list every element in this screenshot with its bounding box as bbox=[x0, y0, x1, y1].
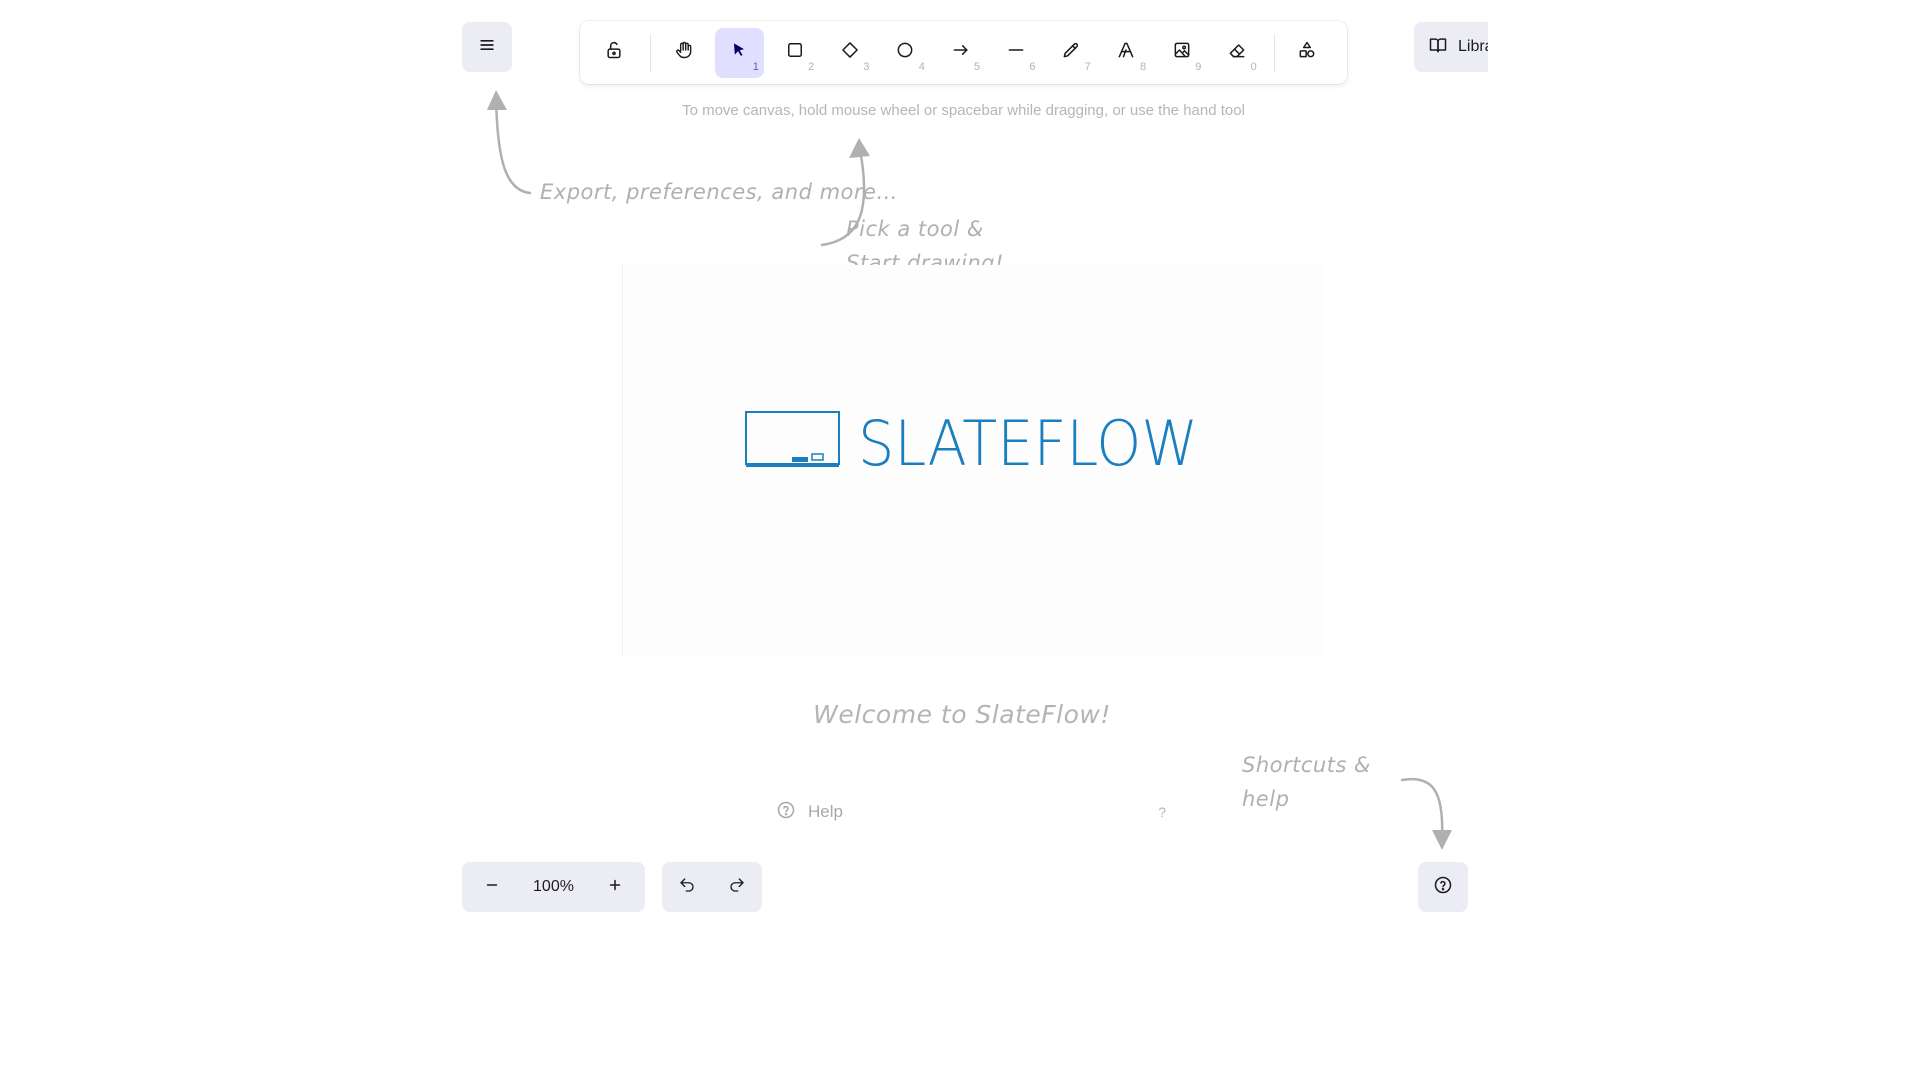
eraser-icon bbox=[1227, 40, 1247, 65]
tool-shortcut-key: 7 bbox=[1084, 60, 1091, 73]
menu-hint-arrowhead bbox=[487, 90, 507, 110]
zoom-out-button[interactable] bbox=[470, 867, 514, 907]
ellipse-icon bbox=[895, 40, 915, 65]
zoom-controls: 100% bbox=[462, 862, 645, 912]
text-icon bbox=[1116, 40, 1136, 65]
tool-lock[interactable] bbox=[589, 28, 638, 78]
arrow-icon bbox=[951, 40, 971, 65]
pencil-icon bbox=[1061, 40, 1081, 65]
help-shortcut: ? bbox=[1158, 804, 1166, 820]
shapes-icon bbox=[1297, 40, 1317, 65]
plus-icon bbox=[606, 876, 624, 899]
zoom-reset-button[interactable]: 100% bbox=[533, 878, 574, 896]
help-hint-line2: help bbox=[1242, 787, 1290, 811]
main-menu-button[interactable] bbox=[462, 22, 512, 72]
tool-shortcut-key: 6 bbox=[1029, 60, 1036, 73]
tool-hand[interactable] bbox=[659, 28, 708, 78]
hand-icon bbox=[674, 40, 694, 65]
tool-diamond[interactable]: 3 bbox=[825, 28, 874, 78]
image-icon bbox=[1172, 40, 1192, 65]
book-icon bbox=[1428, 35, 1448, 60]
canvas-hint: To move canvas, hold mouse wheel or spac… bbox=[682, 102, 1245, 119]
tool-eraser[interactable]: 0 bbox=[1212, 28, 1261, 78]
library-button[interactable]: Library bbox=[1414, 22, 1488, 72]
help-hint-arrowhead bbox=[1432, 830, 1452, 850]
canvas[interactable]: 1 2 3 4 5 6 7 8 9 0 Libr To move canvas,… bbox=[462, 0, 1488, 1080]
tool-image[interactable]: 9 bbox=[1157, 28, 1206, 78]
undo-redo-controls bbox=[662, 862, 762, 912]
undo-icon bbox=[678, 876, 696, 899]
logo-board-marker bbox=[792, 457, 808, 462]
library-label: Library bbox=[1458, 38, 1488, 55]
minus-icon bbox=[483, 876, 501, 899]
tool-shortcut-key: 0 bbox=[1250, 60, 1257, 73]
logo-board-icon bbox=[745, 411, 840, 465]
menu-hint-arrow bbox=[494, 100, 532, 195]
help-hint-arrow bbox=[1400, 777, 1444, 840]
welcome-heading: Welcome to SlateFlow! bbox=[813, 700, 1111, 729]
menu-hint: Export, preferences, and more... bbox=[540, 180, 898, 204]
app-logo: SLATEFLOW bbox=[744, 407, 1204, 480]
lock-icon bbox=[604, 40, 624, 65]
tool-shortcut-key: 5 bbox=[974, 60, 981, 73]
rectangle-icon bbox=[785, 40, 805, 65]
help-label: Help bbox=[808, 802, 843, 821]
tool-shortcut-key: 4 bbox=[918, 60, 925, 73]
undo-button[interactable] bbox=[665, 867, 709, 907]
toolbar-divider bbox=[1273, 33, 1275, 72]
redo-button[interactable] bbox=[715, 867, 759, 907]
tool-shortcut-key: 3 bbox=[863, 60, 870, 73]
tool-shortcut-key: 9 bbox=[1195, 60, 1202, 73]
diamond-icon bbox=[840, 40, 860, 65]
selection-icon bbox=[729, 40, 749, 65]
logo-board-eraser bbox=[811, 453, 824, 461]
tool-line[interactable]: 6 bbox=[991, 28, 1040, 78]
shapes-toolbar: 1 2 3 4 5 6 7 8 9 0 bbox=[580, 21, 1347, 84]
tool-shortcut-key: 1 bbox=[752, 60, 759, 73]
tool-ellipse[interactable]: 4 bbox=[881, 28, 930, 78]
toolbar-hint-arrowhead bbox=[849, 138, 870, 158]
tool-text[interactable]: 8 bbox=[1102, 28, 1151, 78]
help-button[interactable] bbox=[1418, 862, 1468, 912]
tool-pencil[interactable]: 7 bbox=[1046, 28, 1095, 78]
help-circle-icon bbox=[1433, 875, 1453, 900]
help-circle-icon bbox=[776, 800, 808, 825]
zoom-in-button[interactable] bbox=[593, 867, 637, 907]
toolbar-divider bbox=[650, 33, 652, 72]
tool-arrow[interactable]: 5 bbox=[936, 28, 985, 78]
tool-more-shapes[interactable] bbox=[1283, 28, 1332, 78]
help-hint-line1: Shortcuts & bbox=[1242, 753, 1371, 777]
line-icon bbox=[1006, 40, 1026, 65]
tool-selection[interactable]: 1 bbox=[714, 27, 764, 78]
toolbar-hint-line1: Pick a tool & bbox=[846, 217, 984, 241]
tool-shortcut-key: 2 bbox=[808, 60, 815, 73]
redo-icon bbox=[728, 876, 746, 899]
tool-rectangle[interactable]: 2 bbox=[770, 28, 819, 78]
welcome-help-item[interactable]: Help ? bbox=[776, 796, 1166, 828]
logo-wordmark: SLATEFLOW bbox=[858, 408, 1198, 474]
hamburger-icon bbox=[477, 35, 497, 60]
tool-shortcut-key: 8 bbox=[1139, 60, 1147, 73]
